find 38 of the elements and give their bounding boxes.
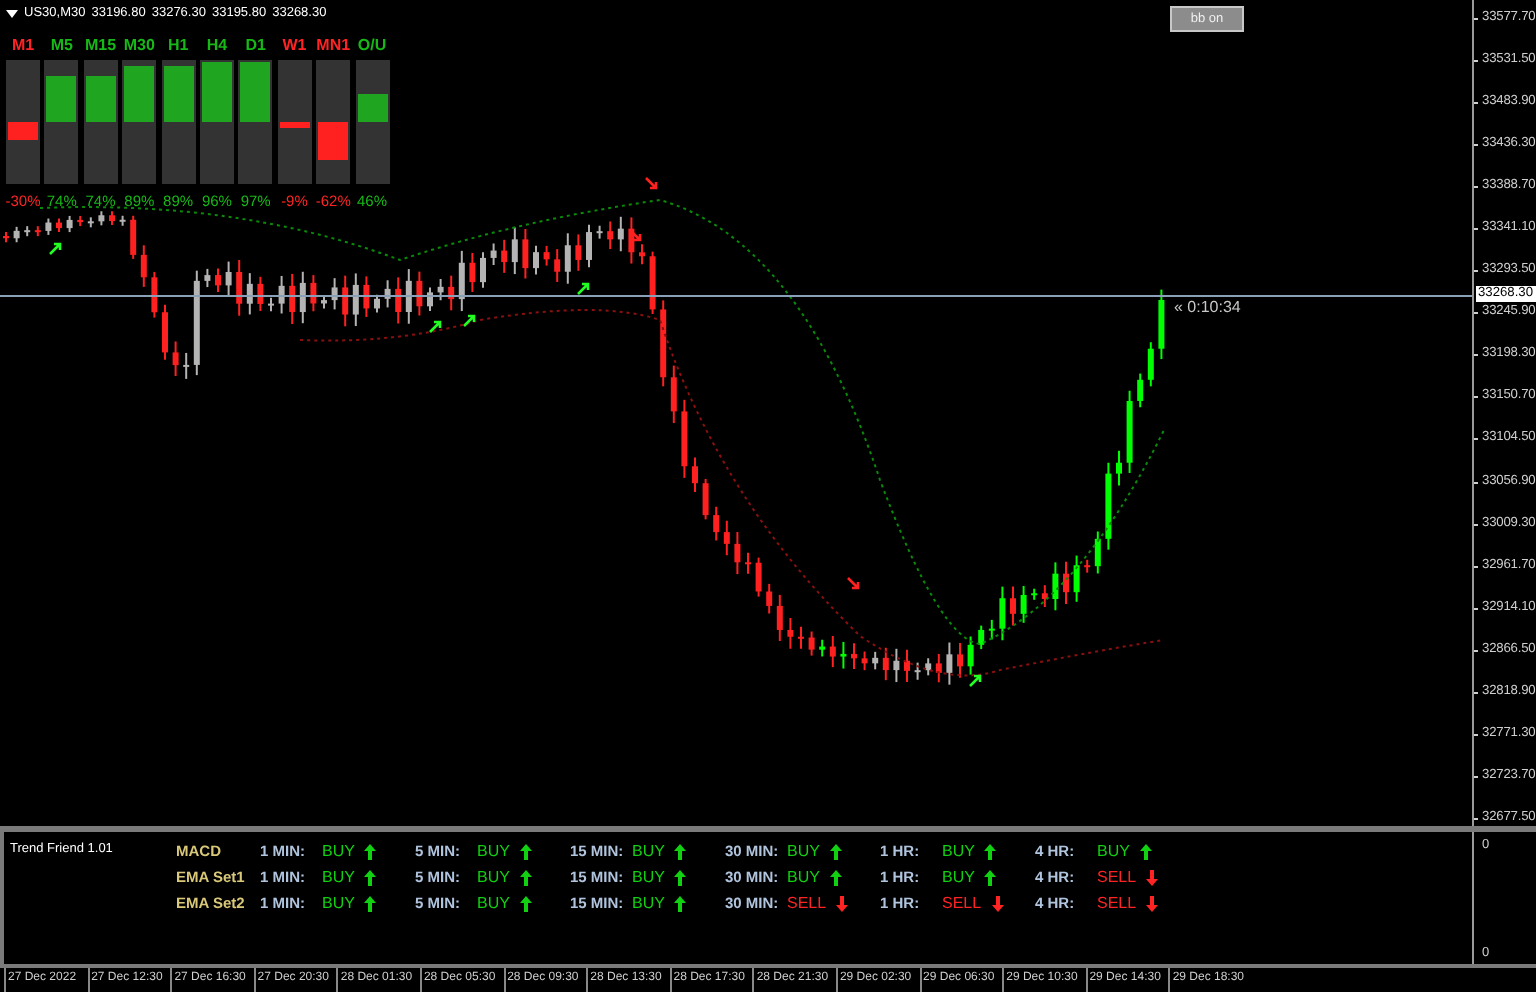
signal-text: BUY: [632, 842, 665, 863]
signal-text: BUY: [787, 842, 820, 863]
signal-text: BUY: [942, 868, 975, 889]
timeframe-label: O/U: [357, 36, 387, 56]
signal-text: BUY: [632, 894, 665, 915]
down-arrow-icon: [644, 176, 658, 190]
timeframe-label: MN1: [316, 36, 351, 56]
down-arrow-icon: [628, 228, 642, 242]
timeframe-label: M30: [123, 36, 155, 56]
triangle-icon[interactable]: [6, 9, 18, 17]
signal-text: BUY: [632, 868, 665, 889]
signal-text: SELL: [1097, 868, 1137, 889]
timeframe-label: H4: [206, 36, 228, 56]
up-arrow-icon: [576, 282, 590, 296]
signal-text: SELL: [1097, 894, 1137, 915]
signal-text: BUY: [1097, 842, 1130, 863]
signal-text: BUY: [477, 894, 510, 915]
countdown-timer: « 0:10:34: [1174, 298, 1241, 316]
signal-text: BUY: [322, 842, 355, 863]
signal-text: SELL: [942, 894, 982, 915]
timeframe-label: M15: [85, 36, 117, 56]
up-arrow-icon: [462, 314, 476, 328]
up-arrow-icon: [428, 320, 442, 334]
up-arrow-icon: [48, 242, 62, 256]
timeframe-label: W1: [282, 36, 307, 56]
timeframe-label: D1: [245, 36, 266, 56]
up-arrow-icon: [968, 674, 982, 688]
signal-text: SELL: [787, 894, 827, 915]
signal-text: BUY: [322, 868, 355, 889]
timeframe-label: M1: [11, 36, 35, 56]
signal-text: BUY: [477, 868, 510, 889]
signal-text: BUY: [942, 842, 975, 863]
timeframe-label: M5: [50, 36, 73, 56]
signal-text: BUY: [787, 868, 820, 889]
timeframe-label: H1: [167, 36, 189, 56]
down-arrow-icon: [846, 576, 860, 590]
signal-text: BUY: [477, 842, 510, 863]
signal-text: BUY: [322, 894, 355, 915]
